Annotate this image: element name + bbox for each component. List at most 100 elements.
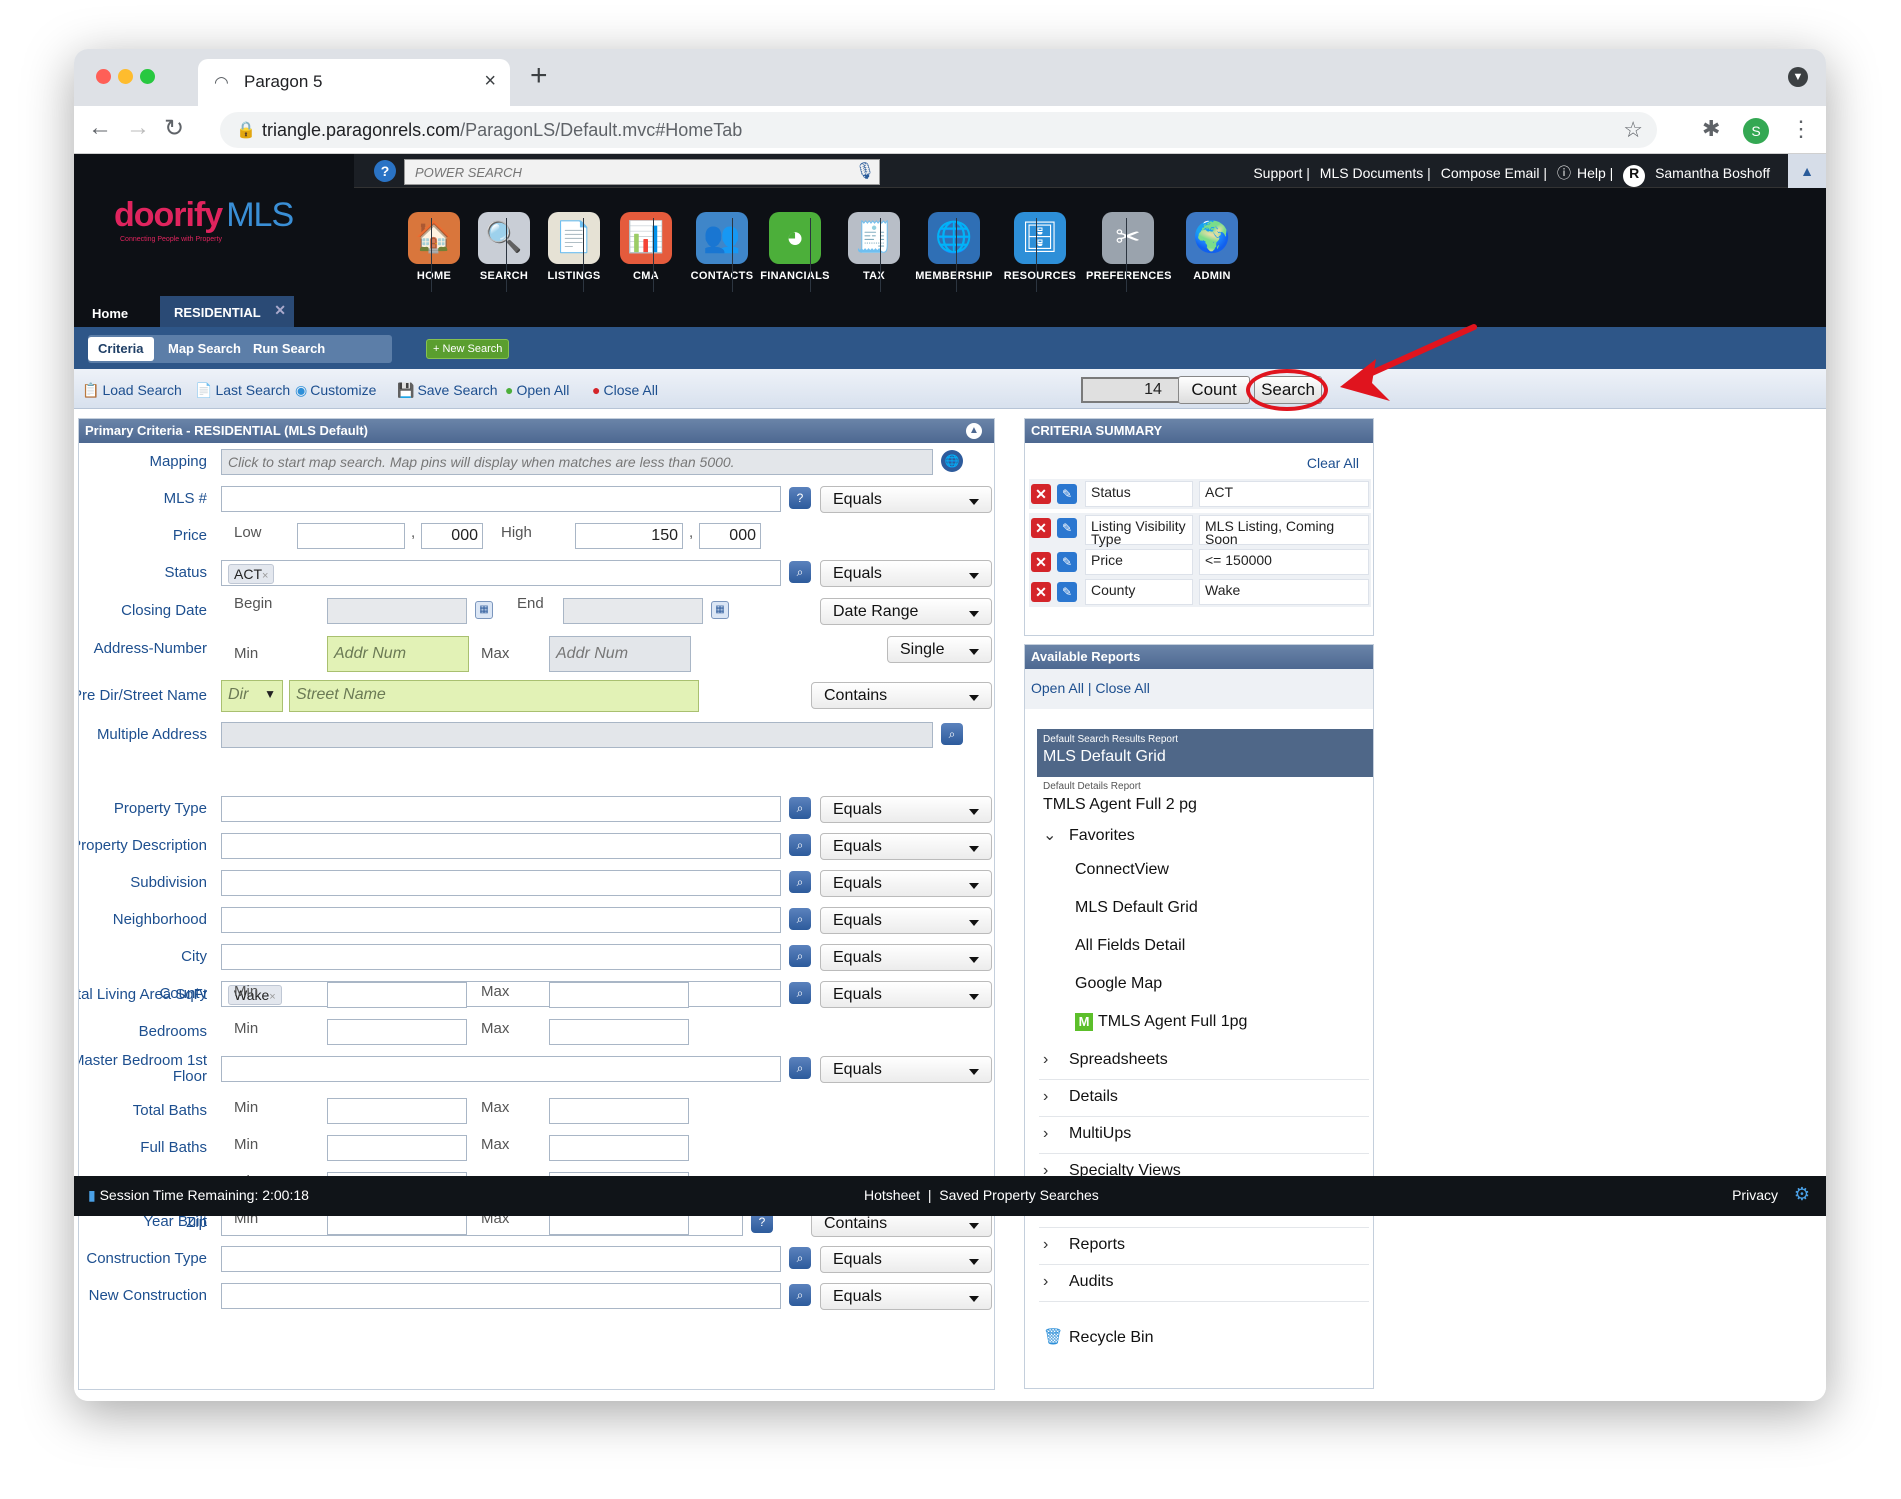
report-group[interactable]: › Spreadsheets	[1043, 1051, 1168, 1069]
full-baths-max-input[interactable]	[549, 1135, 689, 1161]
subdivision-operator-select[interactable]: Equals	[820, 869, 992, 897]
browser-menu-icon[interactable]: ⋮	[1790, 116, 1812, 142]
total-living-area-max-input[interactable]	[549, 982, 689, 1008]
calendar-icon[interactable]: ▦	[711, 601, 729, 619]
browser-tab[interactable]: ◠ Paragon 5 ×	[198, 59, 510, 106]
favorite-report[interactable]: Google Map	[1075, 975, 1162, 993]
tab-search-icon[interactable]: ▼	[1788, 67, 1808, 87]
multiple-address-input[interactable]	[221, 722, 933, 748]
nav-admin[interactable]: 🌍 ADMIN	[1170, 212, 1254, 282]
recycle-bin[interactable]: 🗑 Recycle Bin	[1043, 1327, 1153, 1347]
settings-gear-icon[interactable]: ⚙	[1794, 1184, 1810, 1205]
total-living-area-min-input[interactable]	[327, 982, 467, 1008]
calendar-icon[interactable]: ▦	[475, 601, 493, 619]
nav-membership[interactable]: 🌐 MEMBERSHIP	[912, 212, 996, 282]
master-bedroom-lookup-icon[interactable]: ⌕	[789, 1057, 811, 1079]
remove-criteria-icon[interactable]: ✕	[1031, 582, 1051, 602]
neighborhood-input[interactable]	[221, 906, 781, 933]
nav-preferences[interactable]: ✂ PREFERENCES	[1086, 212, 1172, 282]
privacy-link[interactable]: Privacy	[1732, 1187, 1778, 1203]
subdivision-lookup-icon[interactable]: ⌕	[789, 870, 811, 893]
support-link[interactable]: Support	[1253, 165, 1302, 181]
total-baths-min-input[interactable]	[327, 1098, 467, 1124]
city-input[interactable]	[221, 943, 781, 970]
price-high-thousands[interactable]: 000	[699, 523, 761, 549]
forward-icon[interactable]: →	[126, 114, 150, 142]
close-residential-tab-icon[interactable]: ✕	[274, 302, 286, 319]
property-description-input[interactable]	[221, 832, 781, 859]
reports-close-all[interactable]: Close All	[1095, 680, 1149, 696]
city-lookup-icon[interactable]: ⌕	[789, 944, 811, 967]
remove-criteria-icon[interactable]: ✕	[1031, 484, 1051, 504]
reports-open-all[interactable]: Open All	[1031, 680, 1084, 696]
price-high-input[interactable]: 150	[575, 523, 683, 549]
hotsheet-link[interactable]: Hotsheet	[864, 1187, 920, 1203]
saved-searches-link[interactable]: Saved Property Searches	[939, 1187, 1099, 1203]
tab-residential[interactable]: RESIDENTIAL ✕	[160, 296, 294, 328]
microphone-icon[interactable]: 🎙	[855, 161, 875, 181]
tab-map-search[interactable]: Map Search	[158, 337, 251, 361]
closing-end-input[interactable]	[563, 598, 703, 624]
bedrooms-min-input[interactable]	[327, 1019, 467, 1045]
back-icon[interactable]: ←	[88, 114, 112, 142]
power-search-help-icon[interactable]: ?	[374, 160, 396, 182]
favorites-group[interactable]: ⌄ Favorites	[1043, 825, 1135, 845]
nav-resources[interactable]: 🗄 RESOURCES	[998, 212, 1082, 282]
total-baths-max-input[interactable]	[549, 1098, 689, 1124]
report-group[interactable]: › Reports	[1043, 1236, 1125, 1254]
tab-run-search[interactable]: Run Search	[243, 337, 335, 361]
edit-criteria-icon[interactable]: ✎	[1057, 518, 1077, 538]
bedrooms-max-input[interactable]	[549, 1019, 689, 1045]
report-group[interactable]: › Audits	[1043, 1273, 1113, 1291]
address-max-input[interactable]: Addr Num	[549, 636, 691, 672]
price-low-input[interactable]	[297, 523, 405, 549]
city-operator-select[interactable]: Equals	[820, 943, 992, 971]
map-globe-icon[interactable]: 🌐	[941, 450, 963, 472]
status-chip[interactable]: ACT×	[228, 564, 275, 584]
property-type-lookup-icon[interactable]: ⌕	[789, 797, 811, 819]
favorite-report[interactable]: ConnectView	[1075, 861, 1169, 879]
property-description-operator-select[interactable]: Equals	[820, 832, 992, 860]
open-all-action[interactable]: ● Open All	[505, 382, 569, 398]
multiple-address-lookup-icon[interactable]: ⌕	[941, 723, 963, 745]
nav-tax[interactable]: 🧾 TAX	[832, 212, 916, 282]
nav-cma[interactable]: 📊 CMA	[604, 212, 688, 282]
subdivision-input[interactable]	[221, 869, 781, 896]
construction-type-operator-select[interactable]: Equals	[820, 1246, 992, 1273]
close-tab-icon[interactable]: ×	[484, 70, 496, 93]
count-button[interactable]: Count	[1178, 376, 1250, 404]
mls-number-input[interactable]	[221, 486, 781, 512]
property-type-operator-select[interactable]: Equals	[820, 796, 992, 823]
mapping-field[interactable]: Click to start map search. Map pins will…	[221, 449, 933, 475]
new-construction-lookup-icon[interactable]: ⌕	[789, 1284, 811, 1306]
collapse-panel-icon[interactable]: ▲	[966, 423, 982, 439]
close-window-dot[interactable]	[96, 69, 111, 84]
nav-financials[interactable]: ◕ FINANCIALS	[753, 212, 837, 282]
new-construction-input[interactable]	[221, 1283, 781, 1309]
edit-criteria-icon[interactable]: ✎	[1057, 484, 1077, 504]
minimize-window-dot[interactable]	[118, 69, 133, 84]
neighborhood-operator-select[interactable]: Equals	[820, 906, 992, 934]
property-description-lookup-icon[interactable]: ⌕	[789, 833, 811, 856]
report-group[interactable]: › MultiUps	[1043, 1125, 1131, 1143]
profile-avatar[interactable]: S	[1743, 118, 1769, 144]
new-construction-operator-select[interactable]: Equals	[820, 1283, 992, 1310]
master-bedroom-input[interactable]	[221, 1056, 781, 1082]
help-icon[interactable]: ⓘ	[1557, 165, 1571, 181]
status-operator-select[interactable]: Equals	[820, 560, 992, 587]
street-name-input[interactable]: Street Name	[289, 680, 699, 712]
neighborhood-lookup-icon[interactable]: ⌕	[789, 907, 811, 930]
address-min-input[interactable]: Addr Num	[327, 636, 469, 672]
nav-contacts[interactable]: 👥 CONTACTS	[680, 212, 764, 282]
street-operator-select[interactable]: Contains	[811, 682, 992, 709]
property-type-input[interactable]	[221, 796, 781, 822]
address-bar[interactable]: 🔒 triangle.paragonrels.com/ParagonLS/Def…	[220, 112, 1657, 148]
customize-action[interactable]: ◉ Customize	[295, 382, 376, 399]
power-search-input[interactable]	[405, 160, 845, 184]
closing-date-mode-select[interactable]: Date Range	[820, 598, 992, 625]
last-search-action[interactable]: 📄 Last Search	[195, 382, 290, 399]
maximize-window-dot[interactable]	[140, 69, 155, 84]
bookmark-star-icon[interactable]: ☆	[1623, 117, 1643, 143]
closing-begin-input[interactable]	[327, 598, 467, 624]
compose-email-link[interactable]: Compose Email	[1441, 165, 1540, 181]
